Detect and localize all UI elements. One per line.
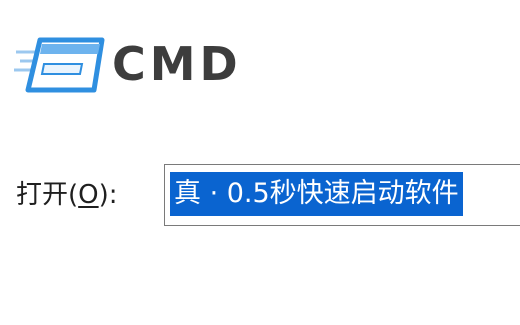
run-dialog-icon <box>14 37 105 93</box>
open-label: 打开(O): <box>16 178 118 212</box>
open-input-selected-text[interactable]: 真 · 0.5秒快速启动软件 <box>170 172 463 216</box>
open-label-suffix: ): <box>98 180 118 210</box>
open-row: 打开(O): 真 · 0.5秒快速启动软件 <box>0 160 520 230</box>
open-input[interactable]: 真 · 0.5秒快速启动软件 <box>164 164 520 226</box>
open-label-mnemonic: O <box>78 180 99 210</box>
open-label-prefix: 打开( <box>16 180 79 210</box>
dialog-title: CMD <box>112 37 242 91</box>
